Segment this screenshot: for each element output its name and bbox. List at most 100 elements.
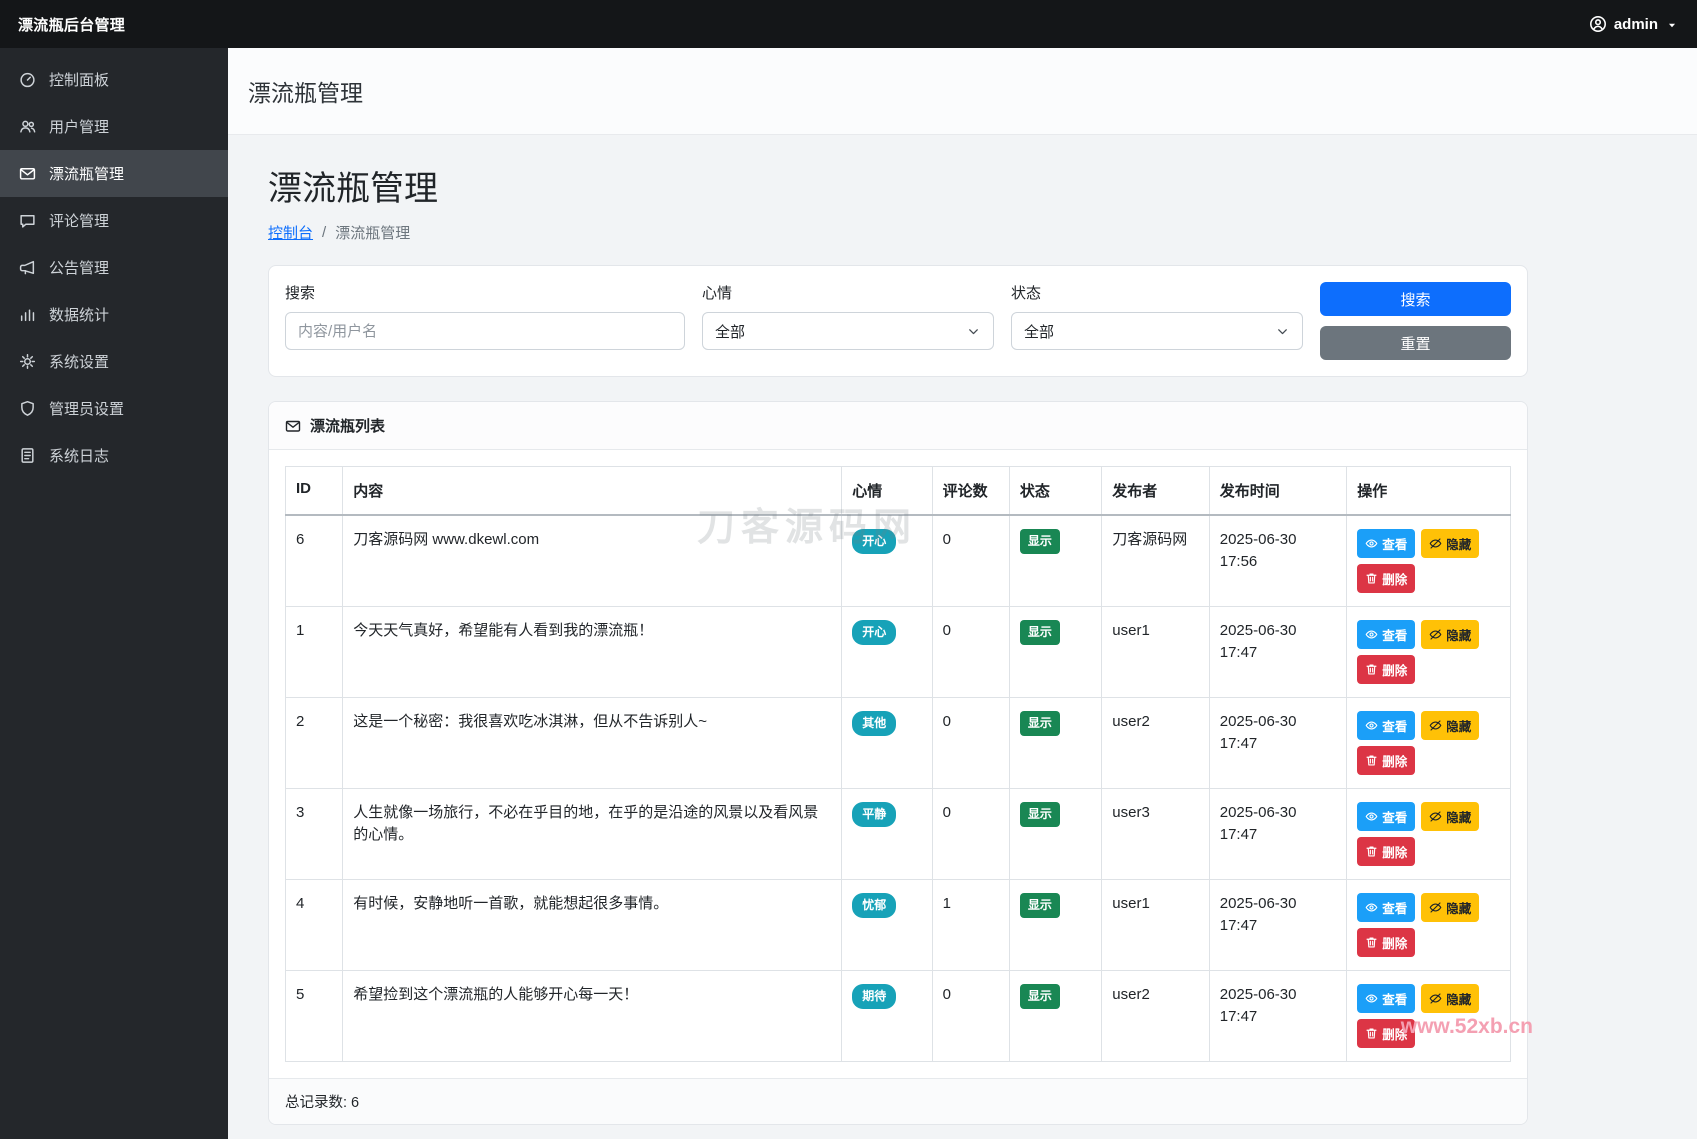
view-button-label: 查看 bbox=[1382, 989, 1407, 1008]
mood-label: 心情 bbox=[702, 282, 994, 303]
cell-status: 显示 bbox=[1009, 515, 1101, 607]
panel-header: 漂流瓶列表 bbox=[269, 402, 1527, 450]
sidebar-item-label: 数据统计 bbox=[49, 304, 109, 325]
cell-publisher: user1 bbox=[1102, 880, 1209, 971]
journal-icon bbox=[19, 447, 36, 464]
cell-publisher: user2 bbox=[1102, 971, 1209, 1062]
cell-mood: 开心 bbox=[842, 515, 932, 607]
hide-button-label: 隐藏 bbox=[1446, 898, 1471, 917]
status-group: 状态 全部 bbox=[1011, 282, 1303, 360]
cell-mood: 开心 bbox=[842, 607, 932, 698]
mood-select[interactable]: 全部 bbox=[702, 312, 994, 350]
view-button[interactable]: 查看 bbox=[1357, 529, 1415, 558]
shield-icon bbox=[19, 400, 36, 417]
cell-content: 今天天气真好，希望能有人看到我的漂流瓶！ bbox=[343, 607, 842, 698]
cell-content: 这是一个秘密：我很喜欢吃冰淇淋，但从不告诉别人~ bbox=[343, 698, 842, 789]
col-mood: 心情 bbox=[842, 467, 932, 516]
breadcrumb-current: 漂流瓶管理 bbox=[335, 222, 410, 243]
content-area: 漂流瓶管理 控制台 / 漂流瓶管理 搜索 心情 全部 状态 全部 bbox=[228, 135, 1697, 1125]
view-button[interactable]: 查看 bbox=[1357, 984, 1415, 1013]
cell-id: 2 bbox=[286, 698, 343, 789]
navbar-brand[interactable]: 漂流瓶后台管理 bbox=[18, 14, 125, 35]
sidebar-item-label: 用户管理 bbox=[49, 116, 109, 137]
eye-icon bbox=[1365, 992, 1378, 1005]
bottle-list-panel: 漂流瓶列表 ID 内容 心情 评论数 状态 bbox=[268, 401, 1528, 1125]
sidebar: 控制面板 用户管理 漂流瓶管理 评论管理 公告管理 数据统计 系统设置 bbox=[0, 48, 228, 1139]
view-button[interactable]: 查看 bbox=[1357, 802, 1415, 831]
status-badge: 显示 bbox=[1020, 893, 1060, 918]
hide-button[interactable]: 隐藏 bbox=[1421, 893, 1479, 922]
cell-actions: 查看 隐藏 删除 bbox=[1347, 880, 1511, 971]
sidebar-item[interactable]: 漂流瓶管理 bbox=[0, 150, 228, 197]
status-select[interactable]: 全部 bbox=[1011, 312, 1303, 350]
sidebar-item[interactable]: 管理员设置 bbox=[0, 385, 228, 432]
caret-down-icon bbox=[1665, 18, 1679, 32]
view-button[interactable]: 查看 bbox=[1357, 711, 1415, 740]
table-row: 1 今天天气真好，希望能有人看到我的漂流瓶！ 开心 0 显示 user1 bbox=[286, 607, 1511, 698]
view-button[interactable]: 查看 bbox=[1357, 893, 1415, 922]
sidebar-item-label: 评论管理 bbox=[49, 210, 109, 231]
keyword-input[interactable] bbox=[285, 312, 685, 350]
sidebar-item-label: 漂流瓶管理 bbox=[49, 163, 124, 184]
delete-button[interactable]: 删除 bbox=[1357, 746, 1415, 775]
table-row: 5 希望捡到这个漂流瓶的人能够开心每一天！ 期待 0 显示 user2 bbox=[286, 971, 1511, 1062]
delete-button[interactable]: 删除 bbox=[1357, 928, 1415, 957]
mood-select-value: 全部 bbox=[715, 321, 745, 342]
users-icon bbox=[19, 118, 36, 135]
view-button[interactable]: 查看 bbox=[1357, 620, 1415, 649]
hide-button[interactable]: 隐藏 bbox=[1421, 711, 1479, 740]
sidebar-item[interactable]: 控制面板 bbox=[0, 56, 228, 103]
status-badge: 显示 bbox=[1020, 802, 1060, 827]
delete-button-label: 删除 bbox=[1382, 660, 1407, 679]
delete-button-label: 删除 bbox=[1382, 842, 1407, 861]
delete-button[interactable]: 删除 bbox=[1357, 837, 1415, 866]
delete-button[interactable]: 删除 bbox=[1357, 1019, 1415, 1048]
reset-button[interactable]: 重置 bbox=[1320, 326, 1511, 360]
hide-button[interactable]: 隐藏 bbox=[1421, 620, 1479, 649]
envelope-icon bbox=[285, 418, 301, 434]
delete-button[interactable]: 删除 bbox=[1357, 655, 1415, 684]
user-menu[interactable]: admin bbox=[1589, 15, 1679, 33]
hide-button[interactable]: 隐藏 bbox=[1421, 984, 1479, 1013]
top-navbar: 漂流瓶后台管理 admin bbox=[0, 0, 1697, 48]
envelope-icon bbox=[19, 165, 36, 182]
col-id: ID bbox=[286, 467, 343, 516]
hide-button-label: 隐藏 bbox=[1446, 989, 1471, 1008]
search-button[interactable]: 搜索 bbox=[1320, 282, 1511, 316]
chevron-down-icon bbox=[966, 324, 981, 339]
cell-mood: 其他 bbox=[842, 698, 932, 789]
cell-status: 显示 bbox=[1009, 607, 1101, 698]
sidebar-item[interactable]: 公告管理 bbox=[0, 244, 228, 291]
trash-icon bbox=[1365, 936, 1378, 949]
cell-actions: 查看 隐藏 删除 bbox=[1347, 515, 1511, 607]
cell-publisher: user3 bbox=[1102, 789, 1209, 880]
eye-slash-icon bbox=[1429, 719, 1442, 732]
delete-button-label: 删除 bbox=[1382, 569, 1407, 588]
sidebar-item[interactable]: 评论管理 bbox=[0, 197, 228, 244]
cell-comments: 0 bbox=[932, 971, 1009, 1062]
breadcrumb-home-link[interactable]: 控制台 bbox=[268, 222, 313, 243]
sidebar-item[interactable]: 系统日志 bbox=[0, 432, 228, 479]
action-buttons: 查看 隐藏 删除 bbox=[1357, 620, 1500, 684]
cell-mood: 期待 bbox=[842, 971, 932, 1062]
person-circle-icon bbox=[1589, 15, 1607, 33]
page-header-band: 漂流瓶管理 bbox=[228, 48, 1697, 135]
hide-button-label: 隐藏 bbox=[1446, 625, 1471, 644]
sidebar-item[interactable]: 系统设置 bbox=[0, 338, 228, 385]
status-badge: 显示 bbox=[1020, 529, 1060, 554]
cell-publish-time: 2025-06-30 17:47 bbox=[1209, 971, 1347, 1062]
cell-content: 人生就像一场旅行，不必在乎目的地，在乎的是沿途的风景以及看风景的心情。 bbox=[343, 789, 842, 880]
publish-clock: 17:56 bbox=[1220, 551, 1337, 573]
hide-button-label: 隐藏 bbox=[1446, 534, 1471, 553]
hide-button[interactable]: 隐藏 bbox=[1421, 529, 1479, 558]
sidebar-item[interactable]: 用户管理 bbox=[0, 103, 228, 150]
sidebar-item[interactable]: 数据统计 bbox=[0, 291, 228, 338]
cell-publish-time: 2025-06-30 17:56 bbox=[1209, 515, 1347, 607]
hide-button[interactable]: 隐藏 bbox=[1421, 802, 1479, 831]
cell-id: 5 bbox=[286, 971, 343, 1062]
cell-comments: 0 bbox=[932, 515, 1009, 607]
status-badge: 显示 bbox=[1020, 984, 1060, 1009]
delete-button[interactable]: 删除 bbox=[1357, 564, 1415, 593]
status-badge: 显示 bbox=[1020, 620, 1060, 645]
status-label: 状态 bbox=[1011, 282, 1303, 303]
